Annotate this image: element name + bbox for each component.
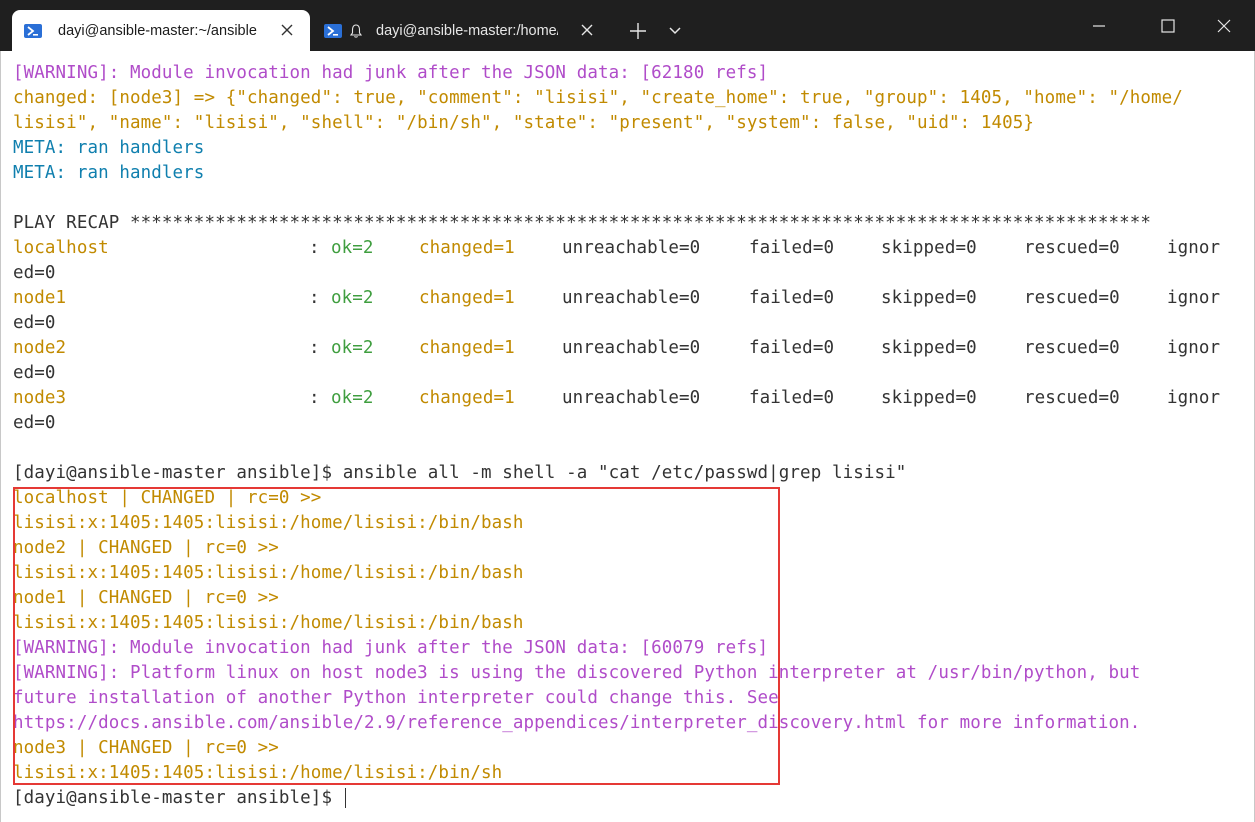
- play-recap-title: PLAY RECAP *****************************…: [13, 213, 1152, 233]
- plus-icon: [630, 23, 646, 39]
- output-line: lisisi:x:1405:1405:lisisi:/home/lisisi:/…: [13, 613, 524, 633]
- tab-home-dayi[interactable]: dayi@ansible-master:/home/dayi: [316, 10, 616, 51]
- changed-line: lisisi", "name": "lisisi", "shell": "/bi…: [13, 113, 1035, 133]
- tab-ansible[interactable]: dayi@ansible-master:~/ansible: [12, 10, 310, 51]
- close-window-button[interactable]: [1201, 8, 1247, 44]
- new-tab-button[interactable]: [624, 14, 652, 48]
- close-icon: [1217, 19, 1231, 33]
- output-line: node1 | CHANGED | rc=0 >>: [13, 588, 279, 608]
- warning-line: [WARNING]: Platform linux on host node3 …: [13, 663, 1141, 683]
- command-line: [dayi@ansible-master ansible]$ ansible a…: [13, 463, 907, 483]
- terminal-output[interactable]: [WARNING]: Module invocation had junk af…: [0, 51, 1255, 822]
- recap-row-node2: node2 : ok=2 changed=1 unreachable=0 fai…: [13, 338, 1221, 358]
- text-cursor: [344, 788, 346, 808]
- recap-row-wrap: ed=0: [13, 413, 56, 433]
- maximize-button[interactable]: [1145, 8, 1191, 44]
- warning-line: future installation of another Python in…: [13, 688, 779, 708]
- recap-row-node3: node3 : ok=2 changed=1 unreachable=0 fai…: [13, 388, 1221, 408]
- output-line: lisisi:x:1405:1405:lisisi:/home/lisisi:/…: [13, 763, 503, 783]
- recap-row-wrap: ed=0: [13, 313, 56, 333]
- recap-row-wrap: ed=0: [13, 363, 56, 383]
- maximize-icon: [1161, 19, 1175, 33]
- meta-line: META: ran handlers: [13, 138, 205, 158]
- tab-dropdown-button[interactable]: [661, 14, 689, 48]
- powershell-icon: [24, 23, 42, 38]
- tab-title: dayi@ansible-master:~/ansible: [58, 22, 257, 39]
- prompt-text: [dayi@ansible-master ansible]$: [13, 788, 343, 808]
- changed-line: changed: [node3] => {"changed": true, "c…: [13, 88, 1183, 108]
- warning-line: [WARNING]: Module invocation had junk af…: [13, 63, 769, 83]
- tab-title: dayi@ansible-master:/home/dayi: [376, 22, 558, 39]
- prompt-line[interactable]: [dayi@ansible-master ansible]$: [13, 786, 346, 811]
- bell-icon: [349, 23, 363, 38]
- warning-line: [WARNING]: Module invocation had junk af…: [13, 638, 769, 658]
- warning-line: https://docs.ansible.com/ansible/2.9/ref…: [13, 713, 1141, 733]
- title-bar: dayi@ansible-master:~/ansible dayi@ansib…: [0, 0, 1255, 51]
- recap-row-node1: node1 : ok=2 changed=1 unreachable=0 fai…: [13, 288, 1221, 308]
- minimize-icon: [1093, 25, 1105, 27]
- output-line: lisisi:x:1405:1405:lisisi:/home/lisisi:/…: [13, 513, 524, 533]
- close-tab-icon[interactable]: [580, 23, 594, 37]
- recap-row-wrap: ed=0: [13, 263, 56, 283]
- output-line: node3 | CHANGED | rc=0 >>: [13, 738, 279, 758]
- powershell-icon: [324, 23, 342, 38]
- minimize-button[interactable]: [1076, 8, 1122, 44]
- output-line: localhost | CHANGED | rc=0 >>: [13, 488, 322, 508]
- close-tab-icon[interactable]: [280, 23, 294, 37]
- recap-row-localhost: localhost : ok=2 changed=1 unreachable=0…: [13, 238, 1221, 258]
- output-line: lisisi:x:1405:1405:lisisi:/home/lisisi:/…: [13, 563, 524, 583]
- meta-line: META: ran handlers: [13, 163, 205, 183]
- chevron-down-icon: [669, 27, 681, 35]
- output-line: node2 | CHANGED | rc=0 >>: [13, 538, 279, 558]
